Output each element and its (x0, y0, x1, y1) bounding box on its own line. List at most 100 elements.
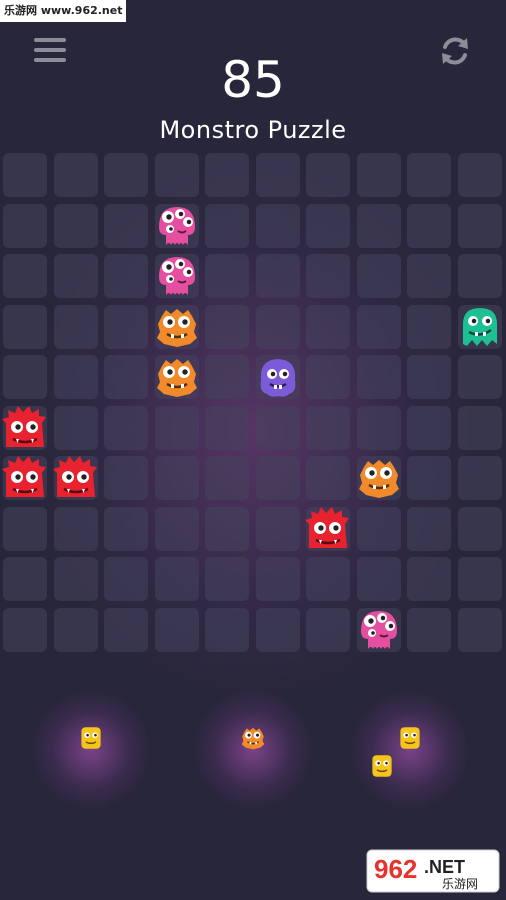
board-cell[interactable] (3, 304, 47, 349)
board-cell[interactable] (3, 557, 47, 601)
board-cell[interactable] (53, 355, 98, 399)
board-cell[interactable] (205, 607, 249, 652)
board-cell[interactable] (356, 203, 401, 248)
board-cell[interactable] (104, 304, 148, 349)
board-cell[interactable] (104, 506, 148, 551)
orange-fuzzy-monster (156, 308, 197, 347)
teal-ghost-monster (462, 307, 497, 346)
board-cell[interactable] (205, 456, 249, 500)
piece-tray-1[interactable] (31, 690, 151, 810)
board-cell[interactable] (306, 557, 350, 601)
board-cell[interactable] (154, 405, 199, 450)
board-cell[interactable] (457, 506, 502, 551)
board-cell[interactable] (255, 405, 300, 450)
board-cell[interactable] (3, 254, 47, 298)
board-cell[interactable] (407, 203, 451, 248)
board-cell[interactable] (255, 304, 300, 349)
board-cell[interactable] (53, 607, 98, 652)
board-cell[interactable] (356, 355, 401, 399)
board-cell[interactable] (306, 203, 350, 248)
board-cell[interactable] (356, 304, 401, 349)
board-cell[interactable] (205, 153, 249, 197)
board-cell[interactable] (104, 607, 148, 652)
board-cell[interactable] (255, 607, 300, 652)
board-cell[interactable] (205, 203, 249, 248)
board-cell[interactable] (255, 203, 300, 248)
board-cell[interactable] (104, 405, 148, 450)
board-cell[interactable] (407, 304, 451, 349)
game-board[interactable] (0, 0, 506, 660)
board-cell[interactable] (53, 153, 98, 197)
board-cell[interactable] (53, 557, 98, 601)
board-cell[interactable] (154, 607, 199, 652)
board-cell[interactable] (457, 456, 502, 500)
board-cell[interactable] (407, 557, 451, 601)
board-cell[interactable] (306, 254, 350, 298)
piece-tray-3[interactable] (350, 690, 470, 810)
board-cell[interactable] (104, 456, 148, 500)
board-cell[interactable] (53, 506, 98, 551)
orange-fuzzy-monster (156, 359, 197, 397)
board-cell[interactable] (457, 203, 502, 248)
board-cell[interactable] (306, 607, 350, 652)
board-cell[interactable] (306, 153, 350, 197)
board-cell[interactable] (3, 355, 47, 399)
board-cell[interactable] (154, 153, 199, 197)
board-cell[interactable] (356, 254, 401, 298)
board-cell[interactable] (407, 153, 451, 197)
board-cell[interactable] (457, 153, 502, 197)
board-cell[interactable] (104, 153, 148, 197)
watermark-net: .NET (424, 857, 465, 877)
board-cell[interactable] (205, 254, 249, 298)
board-cell[interactable] (457, 355, 502, 399)
board-cell[interactable] (306, 304, 350, 349)
board-cell[interactable] (255, 557, 300, 601)
board-cell[interactable] (255, 456, 300, 500)
board-cell[interactable] (3, 153, 47, 197)
board-cell[interactable] (407, 506, 451, 551)
board-cell[interactable] (407, 607, 451, 652)
board-cell[interactable] (306, 355, 350, 399)
board-cell[interactable] (255, 254, 300, 298)
board-cell[interactable] (205, 355, 249, 399)
board-cell[interactable] (255, 506, 300, 551)
board-cell[interactable] (407, 355, 451, 399)
yellow-blob-piece (400, 727, 420, 749)
board-cell[interactable] (104, 203, 148, 248)
board-cell[interactable] (104, 355, 148, 399)
board-cell[interactable] (53, 203, 98, 248)
red-spiky-monster (2, 405, 46, 447)
pink-jelly-monster (158, 257, 195, 295)
board-cell[interactable] (306, 456, 350, 500)
piece-tray-2[interactable] (193, 690, 313, 810)
board-cell[interactable] (205, 304, 249, 349)
board-cell[interactable] (407, 405, 451, 450)
board-cell[interactable] (457, 254, 502, 298)
board-cell[interactable] (3, 506, 47, 551)
board-cell[interactable] (407, 456, 451, 500)
board-cell[interactable] (457, 607, 502, 652)
board-cell[interactable] (154, 557, 199, 601)
board-cell[interactable] (53, 304, 98, 349)
board-cell[interactable] (205, 405, 249, 450)
board-cell[interactable] (3, 203, 47, 248)
orange-fuzzy-monster (358, 460, 399, 498)
board-cell[interactable] (356, 405, 401, 450)
board-cell[interactable] (407, 254, 451, 298)
board-cell[interactable] (53, 405, 98, 450)
board-cell[interactable] (457, 405, 502, 450)
board-cell[interactable] (104, 557, 148, 601)
board-cell[interactable] (306, 405, 350, 450)
board-cell[interactable] (154, 456, 199, 500)
board-cell[interactable] (205, 506, 249, 551)
board-cell[interactable] (205, 557, 249, 601)
board-cell[interactable] (356, 506, 401, 551)
board-cell[interactable] (356, 153, 401, 197)
board-cell[interactable] (255, 153, 300, 197)
board-cell[interactable] (457, 557, 502, 601)
board-cell[interactable] (154, 506, 199, 551)
board-cell[interactable] (3, 607, 47, 652)
board-cell[interactable] (356, 557, 401, 601)
board-cell[interactable] (53, 254, 98, 298)
board-cell[interactable] (104, 254, 148, 298)
